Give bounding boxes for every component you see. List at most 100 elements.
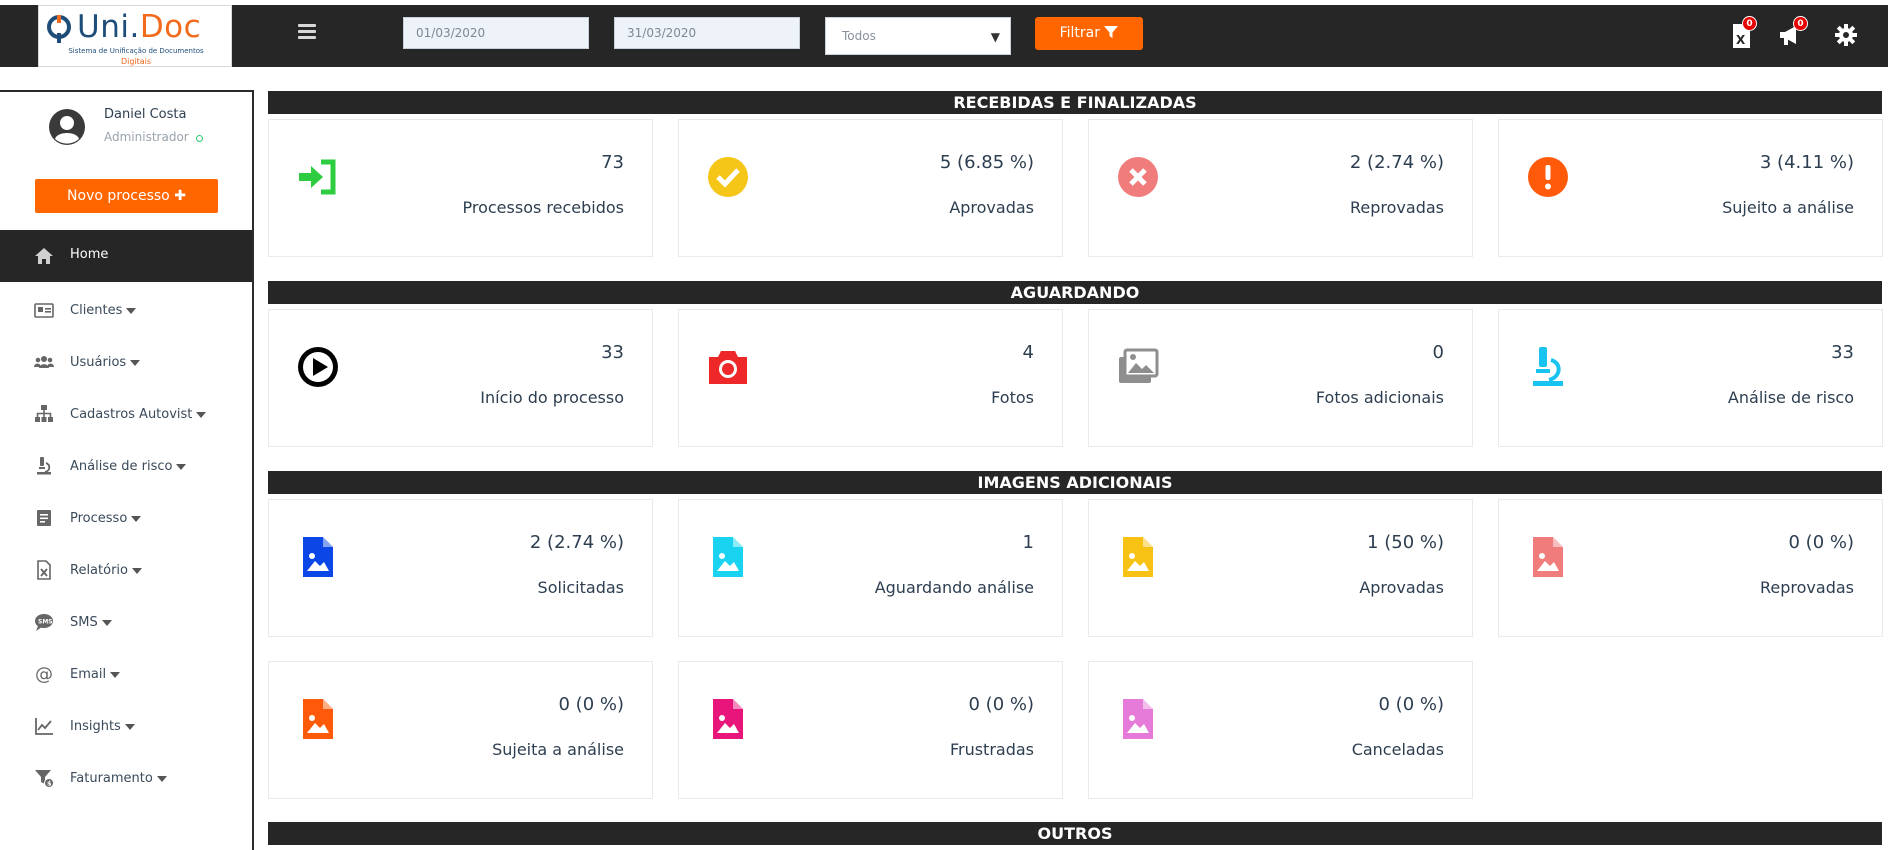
sidebar-item-email[interactable]: @ Email: [0, 656, 252, 696]
id-card-icon: [34, 303, 54, 318]
caret-down-icon: [176, 463, 187, 470]
stat-card-fotos[interactable]: 4 Fotos: [678, 309, 1063, 447]
user-role: Administrador: [104, 130, 189, 144]
status-select[interactable]: Todos ▼: [825, 17, 1011, 55]
sidebar-item-processo[interactable]: Processo: [0, 500, 252, 540]
user-name: Daniel Costa: [104, 107, 187, 122]
images-icon: [1119, 348, 1159, 383]
stat-value: 0 (0 %): [968, 694, 1035, 715]
notifications-button[interactable]: 0: [1778, 16, 1808, 49]
stat-card-processos-recebidos[interactable]: 73 Processos recebidos: [268, 119, 653, 257]
stat-value: 2 (2.74 %): [529, 532, 624, 553]
stat-label: Processos recebidos: [462, 198, 625, 217]
sidebar-item-label: Análise de risco: [70, 459, 173, 474]
stat-value: 0 (0 %): [1788, 532, 1855, 553]
sidebar-item-label: Usuários: [70, 355, 127, 370]
users-icon: [34, 356, 54, 368]
svg-text:X: X: [1736, 33, 1746, 47]
menu-toggle-icon[interactable]: [298, 24, 316, 40]
stat-card-canceladas[interactable]: 0 (0 %) Canceladas: [1088, 661, 1473, 799]
excel-export-button[interactable]: X 0: [1731, 16, 1759, 49]
section-header-waiting: AGUARDANDO: [268, 281, 1882, 304]
chart-line-icon: [35, 718, 53, 735]
svg-text:SMS: SMS: [38, 619, 53, 626]
sms-icon: SMS: [35, 614, 53, 631]
stat-card-inicio-do-processo[interactable]: 33 Início do processo: [268, 309, 653, 447]
stat-value: 2 (2.74 %): [1349, 152, 1444, 173]
logo[interactable]: Uni.Doc Sistema de Unificação de Documen…: [38, 5, 232, 67]
online-status-icon: [196, 135, 203, 142]
sidebar-item-faturamento[interactable]: $ Faturamento: [0, 760, 252, 800]
filter-button-label: Filtrar: [1059, 25, 1100, 41]
caret-down-icon: [131, 515, 142, 522]
status-select-value: Todos: [842, 29, 876, 43]
sidebar-item-label: SMS: [70, 615, 98, 630]
home-icon: [35, 248, 53, 264]
section-header-others: OUTROS: [268, 822, 1882, 845]
sidebar-item-label: Relatório: [70, 563, 128, 578]
sidebar-item-label: Home: [70, 247, 109, 262]
new-process-button[interactable]: Novo processo ✚: [35, 179, 218, 213]
section-header-received: RECEBIDAS E FINALIZADAS: [268, 91, 1882, 114]
sidebar-item-clientes[interactable]: Clientes: [0, 292, 252, 332]
stat-card-aguardando-analise[interactable]: 1 Aguardando análise: [678, 499, 1063, 637]
stat-value: 33: [1831, 342, 1854, 363]
file-image-icon: [303, 699, 333, 739]
stat-card-reprovadas[interactable]: 2 (2.74 %) Reprovadas: [1088, 119, 1473, 257]
settings-button[interactable]: [1834, 23, 1862, 49]
file-image-icon: [1123, 699, 1153, 739]
logo-subtitle-2: Digitais: [120, 57, 152, 66]
caret-down-icon: [132, 567, 142, 574]
times-circle-icon: [1118, 157, 1158, 197]
sidebar-item-usuarios[interactable]: Usuários: [0, 344, 252, 384]
caret-down-icon: [101, 619, 112, 626]
stat-card-sujeita-a-analise[interactable]: 0 (0 %) Sujeita a análise: [268, 661, 653, 799]
sidebar-item-insights[interactable]: Insights: [0, 708, 252, 748]
sidebar: Daniel Costa Administrador Novo processo…: [0, 90, 254, 850]
file-image-icon: [1123, 537, 1153, 577]
start-date-input[interactable]: 01/03/2020: [403, 17, 589, 49]
plus-icon: ✚: [174, 188, 186, 204]
stat-card-imagens-aprovadas[interactable]: 1 (50 %) Aprovadas: [1088, 499, 1473, 637]
svg-text:@: @: [35, 664, 53, 684]
filter-button[interactable]: Filtrar: [1035, 17, 1143, 50]
stat-label: Solicitadas: [537, 578, 624, 597]
sidebar-item-label: Clientes: [70, 303, 123, 318]
stat-label: Frustradas: [949, 740, 1034, 759]
chevron-down-icon: ▼: [990, 30, 1000, 44]
sidebar-item-relatorio[interactable]: Relatório: [0, 552, 252, 592]
sidebar-item-home[interactable]: Home: [0, 230, 252, 282]
stat-value: 33: [601, 342, 624, 363]
stat-value: 5 (6.85 %): [939, 152, 1034, 173]
excel-badge: 0: [1742, 16, 1757, 31]
stat-card-imagens-reprovadas[interactable]: 0 (0 %) Reprovadas: [1498, 499, 1883, 637]
stat-card-fotos-adicionais[interactable]: 0 Fotos adicionais: [1088, 309, 1473, 447]
stat-card-analise-de-risco[interactable]: 33 Análise de risco: [1498, 309, 1883, 447]
stat-card-sujeito-a-analise[interactable]: 3 (4.11 %) Sujeito a análise: [1498, 119, 1883, 257]
filter-dollar-icon: $: [35, 770, 54, 788]
gear-icon: [1835, 24, 1857, 46]
sidebar-item-label: Email: [70, 667, 107, 682]
caret-down-icon: [130, 359, 141, 366]
stat-value: 0 (0 %): [1378, 694, 1445, 715]
sidebar-item-cadastros-autovist[interactable]: Cadastros Autovist: [0, 396, 252, 436]
end-date-input[interactable]: 31/03/2020: [614, 17, 800, 49]
stat-label: Sujeito a análise: [1722, 198, 1854, 217]
microscope-icon: [1533, 347, 1563, 386]
file-image-icon: [1533, 537, 1563, 577]
stat-value: 73: [601, 152, 624, 173]
sidebar-item-label: Processo: [70, 511, 128, 526]
svg-text:$: $: [47, 780, 52, 788]
stat-card-frustradas[interactable]: 0 (0 %) Frustradas: [678, 661, 1063, 799]
sidebar-item-analise-de-risco[interactable]: Análise de risco: [0, 448, 252, 488]
stat-label: Aprovadas: [949, 198, 1034, 217]
camera-icon: [709, 351, 747, 384]
caret-down-icon: [126, 307, 137, 314]
stat-card-aprovadas[interactable]: 5 (6.85 %) Aprovadas: [678, 119, 1063, 257]
microscope-icon: [37, 457, 51, 475]
logo-mark-icon: [47, 15, 71, 43]
caret-down-icon: [196, 411, 207, 418]
sidebar-item-sms[interactable]: SMS SMS: [0, 604, 252, 644]
stat-card-solicitadas[interactable]: 2 (2.74 %) Solicitadas: [268, 499, 653, 637]
sidebar-item-label: Cadastros Autovist: [70, 407, 193, 422]
